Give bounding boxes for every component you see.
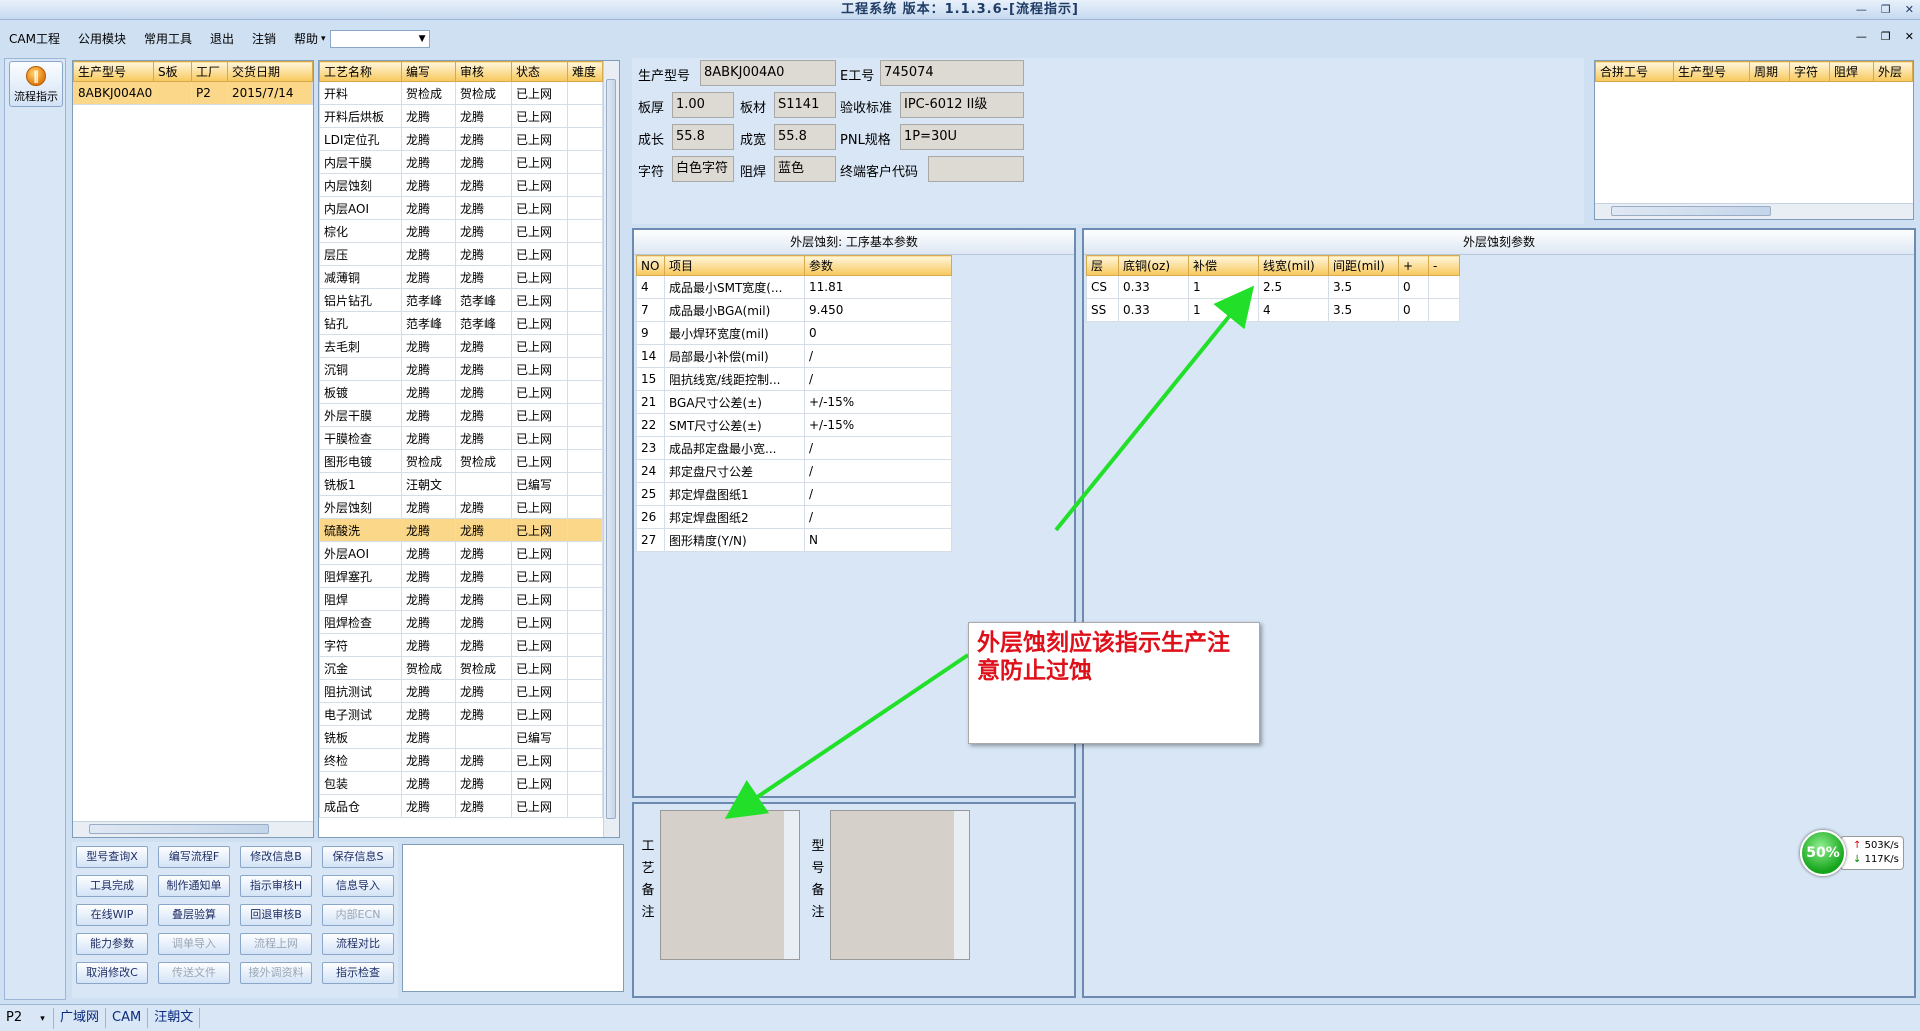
network-usage-badge: 50% [1800,830,1846,876]
annotation-callout: 外层蚀刻应该指示生产注意防止过蚀 [968,622,1260,744]
chevron-down-icon: ▾ [40,1013,45,1024]
factory-selector[interactable]: P2 ▾ [0,1007,54,1029]
callout-text: 外层蚀刻应该指示生产注意防止过蚀 [977,629,1230,684]
status-network: 广域网 [54,1008,107,1028]
download-speed: 117K/s [1864,854,1899,865]
status-user: 汪朝文 [148,1008,201,1028]
download-arrow-icon: ↓ [1853,854,1862,865]
network-speed-box: ↑ 503K/s ↓ 117K/s [1840,836,1904,870]
arrow-to-etch-params [1054,285,1255,532]
network-widget: ↑ 503K/s ↓ 117K/s 50% [1800,830,1904,876]
factory-value: P2 [6,1009,23,1025]
status-bar: P2 ▾ 广域网 CAM 汪朝文 [0,1004,1920,1031]
upload-arrow-icon: ↑ [1853,840,1862,851]
upload-speed: 503K/s [1864,840,1899,851]
arrow-to-process-memo [724,653,970,819]
status-module: CAM [106,1008,149,1028]
annotation-arrows [724,285,1255,819]
